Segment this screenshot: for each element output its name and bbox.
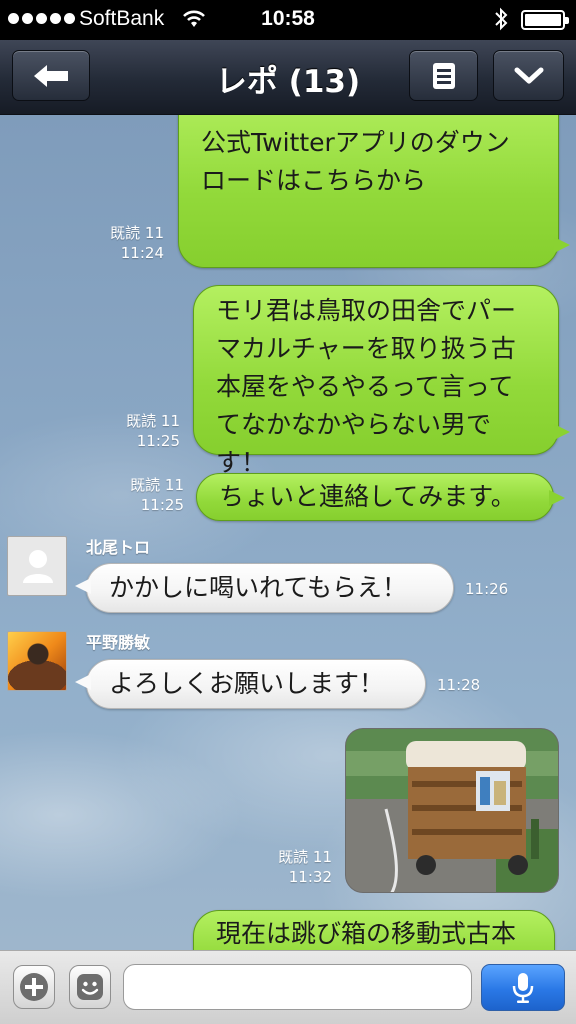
message-time: 11:26 bbox=[465, 580, 509, 598]
message-text-line: モリ君は鳥取の田舎でパー bbox=[216, 296, 517, 325]
input-bar bbox=[0, 950, 576, 1024]
message-bubble[interactable]: 現在は跳び箱の移動式古本 bbox=[193, 910, 555, 950]
message-meta: 既読 11 11:25 bbox=[96, 411, 180, 451]
message-text-line: ロードはこちらから bbox=[201, 166, 427, 195]
plus-icon bbox=[20, 973, 48, 1001]
message-bubble[interactable]: かかしに喝いれてもらえ！ bbox=[75, 563, 454, 613]
menu-button[interactable] bbox=[409, 50, 478, 101]
message-time: 11:25 bbox=[140, 496, 184, 514]
sender-name: 平野勝敏 bbox=[86, 633, 151, 652]
message-bubble[interactable]: ちょいと連絡してみます。 bbox=[196, 473, 565, 521]
message-text-line: かかしに喝いれてもらえ！ bbox=[109, 573, 408, 602]
read-receipt: 既読 11 bbox=[110, 224, 164, 242]
emoticon-icon bbox=[77, 974, 103, 1000]
photo-thumbnail bbox=[346, 729, 558, 892]
voice-input-button[interactable] bbox=[481, 964, 565, 1011]
bluetooth-icon bbox=[494, 7, 508, 36]
message-time: 11:25 bbox=[136, 432, 180, 450]
sticker-button[interactable] bbox=[69, 965, 111, 1009]
default-user-icon bbox=[23, 550, 53, 583]
photo-message[interactable] bbox=[345, 728, 559, 893]
message-text-line: てなかなかやらない男で bbox=[216, 410, 492, 439]
chat-area[interactable]: 公式Twitterアプリのダウン ロードはこちらから 既読 11 11:24 モ… bbox=[0, 115, 576, 950]
clock: 10:58 bbox=[261, 7, 315, 30]
message-text-line: よろしくお願いします！ bbox=[109, 669, 385, 698]
message-text-line: ちょいと連絡してみます。 bbox=[219, 482, 516, 511]
page-title: レポ (13) bbox=[215, 64, 361, 100]
more-button[interactable] bbox=[493, 50, 564, 101]
message-time: 11:28 bbox=[437, 676, 481, 694]
message-text-line: マカルチャーを取り扱う古 bbox=[216, 334, 516, 363]
list-icon bbox=[432, 62, 455, 89]
message-text-line: 現在は跳び箱の移動式古本 bbox=[216, 919, 517, 948]
read-receipt: 既読 11 bbox=[130, 476, 184, 494]
sender-name: 北尾トロ bbox=[86, 538, 151, 557]
message-meta: 既読 11 11:24 bbox=[80, 223, 164, 263]
read-receipt: 既読 11 bbox=[278, 848, 332, 866]
add-attachment-button[interactable] bbox=[13, 965, 55, 1009]
message-meta: 既読 11 11:25 bbox=[100, 475, 184, 515]
message-input[interactable] bbox=[123, 964, 472, 1010]
battery-icon bbox=[521, 10, 569, 30]
message-text-line: 公式Twitterアプリのダウン bbox=[201, 128, 510, 157]
message-time: 11:32 bbox=[288, 868, 332, 886]
read-receipt: 既読 11 bbox=[126, 412, 180, 430]
message-bubble[interactable]: 公式Twitterアプリのダウン ロードはこちらから bbox=[178, 115, 570, 268]
message-text-line: 本屋をやるやるって言って bbox=[216, 372, 514, 401]
message-bubble[interactable]: よろしくお願いします！ bbox=[75, 659, 426, 709]
message-time: 11:24 bbox=[120, 244, 164, 262]
message-meta: 既読 11 11:32 bbox=[248, 847, 332, 887]
nav-bar: レポ (13) bbox=[0, 40, 576, 115]
chevron-down-icon bbox=[514, 67, 543, 83]
microphone-icon bbox=[512, 972, 534, 1003]
message-bubble[interactable]: モリ君は鳥取の田舎でパー マカルチャーを取り扱う古 本屋をやるやるって言って て… bbox=[193, 285, 570, 477]
avatar[interactable] bbox=[7, 631, 67, 691]
status-bar: SoftBank 10:58 bbox=[0, 0, 576, 40]
avatar[interactable] bbox=[7, 536, 67, 596]
